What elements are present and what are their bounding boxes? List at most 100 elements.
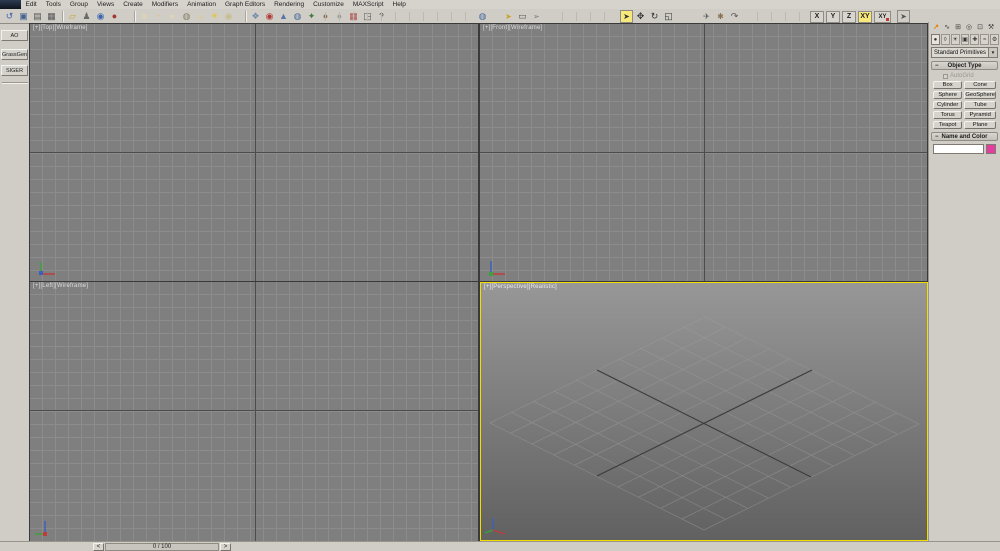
select-object-icon[interactable]: ➤ [620, 10, 633, 23]
tab-hierarchy[interactable]: ⊞ [953, 23, 963, 33]
earth-icon[interactable]: ◍ [291, 10, 304, 23]
open-folder-icon[interactable]: ▱ [66, 10, 79, 23]
application-button[interactable] [0, 0, 21, 9]
undo-icon[interactable]: ↺ [3, 10, 16, 23]
align-icon[interactable]: ✈ [700, 10, 713, 23]
menu-maxscript[interactable]: MAXScript [348, 0, 388, 9]
menu-modifiers[interactable]: Modifiers [147, 0, 182, 9]
previous-frame-button[interactable]: < [93, 543, 104, 551]
zoom-region-globe-icon[interactable]: ◍ [476, 10, 489, 23]
toolbar-separator [134, 11, 135, 22]
cone-button[interactable]: Cone [964, 81, 996, 89]
menu-views[interactable]: Views [92, 0, 118, 9]
menu-tools[interactable]: Tools [41, 0, 65, 9]
cone-primitive-icon[interactable]: ▲ [194, 10, 207, 23]
box-primitive-icon[interactable]: ■ [138, 10, 151, 23]
viewport-front[interactable]: [+][Front][Wireframe] [480, 24, 927, 281]
sphere-button[interactable]: Sphere [933, 91, 963, 99]
pan-hand-icon[interactable]: ✱ [714, 10, 727, 23]
object-color-swatch[interactable] [986, 144, 996, 154]
pick-object-icon[interactable]: ➤ [502, 10, 515, 23]
menu-edit[interactable]: Edit [21, 0, 41, 9]
snapshot-icon[interactable]: ❖ [249, 10, 262, 23]
cursor-arrow-icon[interactable]: ➢ [530, 10, 543, 23]
viewport-perspective-label[interactable]: [+][Perspective][Realistic] [484, 284, 557, 290]
sphere-primitive-icon[interactable]: ● [166, 10, 179, 23]
select-manipulate-icon[interactable]: ➤ [897, 10, 910, 23]
viewport-perspective[interactable]: [+][Perspective][Realistic] [480, 282, 928, 541]
cylinder-button[interactable]: Cylinder [933, 101, 963, 109]
select-move-icon[interactable]: ✥ [634, 10, 647, 23]
menu-customize[interactable]: Customize [309, 0, 349, 9]
rollout-object-type[interactable]: − Object Type [931, 61, 998, 70]
tube-button[interactable]: Tube [964, 101, 996, 109]
axis-z-button[interactable]: Z [842, 10, 856, 23]
category-cameras[interactable]: ▣ [960, 34, 970, 45]
tab-motion[interactable]: ◎ [964, 23, 974, 33]
curve-editor-icon[interactable]: ▦ [45, 10, 58, 23]
select-scale-icon[interactable]: ◱ [662, 10, 675, 23]
axis-x-button[interactable]: X [810, 10, 824, 23]
menu-group[interactable]: Group [65, 0, 92, 9]
sidebar-tab-siger[interactable]: SIGER [1, 65, 28, 76]
autogrid-checkbox[interactable] [943, 73, 948, 79]
viewport-top[interactable]: [+][Top][Wireframe] [30, 24, 478, 281]
material-icon[interactable]: ◉ [263, 10, 276, 23]
toolbar-separator [62, 11, 63, 22]
spinner-dot [886, 17, 889, 21]
geosphere-primitive-icon[interactable]: ◉ [222, 10, 235, 23]
chevron-down-icon[interactable]: ▼ [988, 48, 997, 57]
viewport-front-label[interactable]: [+][Front][Wireframe] [483, 25, 542, 31]
toolbar-group-primitives: ■ ◓ ● ◍ ▲ ☀ ◉ [132, 10, 235, 23]
rollout-name-and-color[interactable]: − Name and Color [931, 132, 998, 141]
torus-primitive-icon[interactable]: ◍ [180, 10, 193, 23]
viewport-left[interactable]: [+][Left][Wireframe] [30, 282, 478, 541]
render-teapot-icon[interactable]: ● [108, 10, 121, 23]
axis-plane-spinner[interactable]: XY [874, 10, 891, 23]
torus-button[interactable]: Torus [933, 111, 963, 119]
omni-light-icon[interactable]: ☀ [208, 10, 221, 23]
toolbar-group-history: ↺ ▣ ▤ ▦ [3, 10, 58, 23]
pyramid-button[interactable]: Pyramid [964, 111, 996, 119]
axis-xy-button[interactable]: XY [858, 10, 872, 23]
category-space-warps[interactable]: ≈ [980, 34, 990, 45]
geosphere-button[interactable]: GeoSphere [964, 91, 996, 99]
tab-modify[interactable]: ∿ [942, 23, 952, 33]
sidebar-tab-ao[interactable]: AO [1, 30, 28, 41]
toolbar-group-navigation: ✈ ✱ ↷ [700, 10, 741, 23]
menu-create[interactable]: Create [119, 0, 148, 9]
sound-icon[interactable]: ◉ [94, 10, 107, 23]
menu-animation[interactable]: Animation [183, 0, 221, 9]
menu-graph-editors[interactable]: Graph Editors [221, 0, 270, 9]
plane-button[interactable]: Plane [964, 121, 996, 129]
region-marquee-icon[interactable]: ▭ [516, 10, 529, 23]
biped-icon[interactable]: ♟ [80, 10, 93, 23]
category-geometry[interactable]: ● [931, 34, 940, 45]
select-rotate-icon[interactable]: ↻ [648, 10, 661, 23]
orbit-icon[interactable]: ↷ [728, 10, 741, 23]
box-button[interactable]: Box [933, 81, 963, 89]
scene-explorer-icon[interactable]: ▣ [17, 10, 30, 23]
teapot-button[interactable]: Teapot [933, 121, 963, 129]
menu-help[interactable]: Help [388, 0, 410, 9]
tab-utilities[interactable]: ⚒ [986, 23, 996, 33]
tab-create[interactable]: ↗ [931, 23, 941, 33]
category-systems[interactable]: ⚙ [990, 34, 1000, 45]
layer-manager-icon[interactable]: ▤ [31, 10, 44, 23]
axis-z0-line [30, 410, 478, 411]
viewport-left-label[interactable]: [+][Left][Wireframe] [33, 283, 88, 289]
category-shapes[interactable]: ◊ [940, 34, 950, 45]
category-lights[interactable]: ☀ [950, 34, 960, 45]
subcategory-dropdown[interactable]: Standard Primitives ▼ [931, 47, 998, 58]
category-helpers[interactable]: ✚ [970, 34, 980, 45]
tab-display[interactable]: ⊡ [975, 23, 985, 33]
dome-primitive-icon[interactable]: ◓ [152, 10, 165, 23]
viewport-top-label[interactable]: [+][Top][Wireframe] [33, 25, 88, 31]
menu-rendering[interactable]: Rendering [270, 0, 309, 9]
next-frame-button[interactable]: > [220, 543, 231, 551]
object-name-field[interactable] [933, 144, 984, 154]
axis-y-button[interactable]: Y [826, 10, 840, 23]
particles-icon[interactable]: ▲ [277, 10, 290, 23]
time-slider-track[interactable]: 0 / 100 [105, 543, 219, 551]
sidebar-tab-grassgen[interactable]: GrassGen [1, 49, 28, 60]
